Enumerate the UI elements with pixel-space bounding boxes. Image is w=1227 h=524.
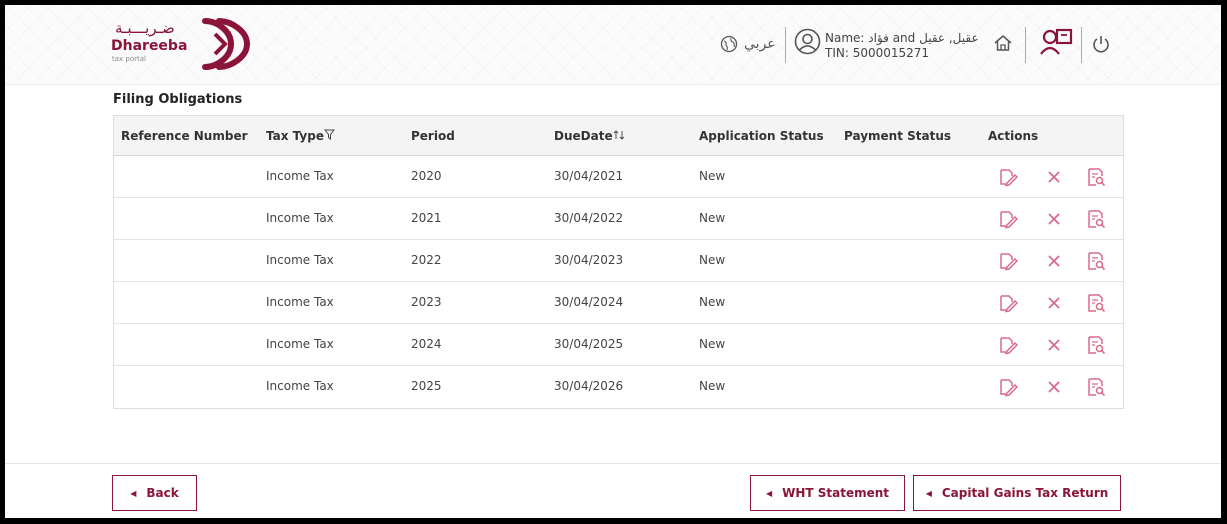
table-row: Income Tax 2021 30/04/2022 New — [114, 198, 1123, 240]
cell-period: 2025 — [411, 379, 442, 393]
table-row: Income Tax 2022 30/04/2023 New — [114, 240, 1123, 282]
cell-period: 2021 — [411, 211, 442, 225]
col-actions: Actions — [988, 128, 1039, 143]
cell-application-status: New — [699, 211, 726, 225]
logout-power-icon[interactable] — [1091, 34, 1111, 54]
cell-tax-type: Income Tax — [266, 337, 334, 351]
filing-obligations-table: Reference Number Tax Type Period DueDate… — [113, 115, 1124, 409]
col-tax-type[interactable]: Tax Type — [266, 129, 335, 143]
header: ضـريـــبـة Dhareeba tax portal عربي Name… — [5, 5, 1221, 85]
view-document-icon[interactable] — [1085, 292, 1107, 314]
caret-left-icon: ◀ — [130, 488, 137, 498]
wht-statement-label: WHT Statement — [782, 486, 890, 500]
table-body: Income Tax 2020 30/04/2021 New Income Tax 202… — [114, 156, 1123, 408]
back-label: Back — [146, 486, 179, 500]
col-application-status: Application Status — [699, 128, 824, 143]
cancel-icon[interactable] — [1043, 334, 1065, 356]
capital-gains-tax-return-label: Capital Gains Tax Return — [941, 486, 1109, 500]
cancel-icon[interactable] — [1043, 208, 1065, 230]
cancel-icon[interactable] — [1043, 292, 1065, 314]
user-tin: TIN: 5000015271 — [825, 46, 930, 60]
logo-sub-text: tax portal — [112, 55, 146, 63]
cell-application-status: New — [699, 337, 726, 351]
table-row: Income Tax 2020 30/04/2021 New — [114, 156, 1123, 198]
cell-due-date: 30/04/2021 — [554, 169, 624, 183]
logo-arabic-text: ضـريـــبـة — [115, 19, 175, 37]
switch-profile-icon[interactable] — [1039, 27, 1075, 57]
view-document-icon[interactable] — [1085, 376, 1107, 398]
sort-icon[interactable] — [613, 129, 625, 141]
cell-due-date: 30/04/2025 — [554, 337, 624, 351]
globe-icon — [720, 35, 738, 53]
cell-tax-type: Income Tax — [266, 253, 334, 267]
language-switch[interactable]: عربي — [720, 29, 780, 59]
cell-application-status: New — [699, 295, 726, 309]
edit-return-icon[interactable] — [997, 250, 1019, 272]
cell-period: 2020 — [411, 169, 442, 183]
view-document-icon[interactable] — [1085, 250, 1107, 272]
page-title: Filing Obligations — [113, 92, 243, 107]
wht-statement-button[interactable]: ◀ WHT Statement — [750, 475, 905, 511]
user-avatar-icon — [794, 28, 821, 55]
header-divider — [1081, 27, 1082, 63]
table-header: Reference Number Tax Type Period DueDate… — [114, 116, 1123, 156]
cell-due-date: 30/04/2023 — [554, 253, 624, 267]
edit-return-icon[interactable] — [997, 292, 1019, 314]
col-tax-type-label: Tax Type — [266, 128, 324, 143]
col-period: Period — [411, 128, 455, 143]
table-row: Income Tax 2025 30/04/2026 New — [114, 366, 1123, 408]
cell-tax-type: Income Tax — [266, 295, 334, 309]
app-window: ضـريـــبـة Dhareeba tax portal عربي Name… — [5, 5, 1221, 518]
cell-due-date: 30/04/2024 — [554, 295, 624, 309]
home-icon[interactable] — [993, 33, 1013, 53]
cell-due-date: 30/04/2022 — [554, 211, 624, 225]
capital-gains-tax-return-button[interactable]: ◀ Capital Gains Tax Return — [913, 475, 1121, 511]
footer-divider — [5, 463, 1221, 464]
header-divider — [785, 27, 786, 63]
edit-return-icon[interactable] — [997, 334, 1019, 356]
caret-left-icon: ◀ — [765, 488, 773, 498]
caret-left-icon: ◀ — [925, 488, 932, 498]
header-divider — [1025, 27, 1026, 63]
col-due-date-label: DueDate — [554, 128, 613, 143]
edit-return-icon[interactable] — [997, 208, 1019, 230]
edit-return-icon[interactable] — [997, 166, 1019, 188]
cell-period: 2023 — [411, 295, 442, 309]
cell-tax-type: Income Tax — [266, 379, 334, 393]
cancel-icon[interactable] — [1043, 166, 1065, 188]
cell-application-status: New — [699, 169, 726, 183]
view-document-icon[interactable] — [1085, 334, 1107, 356]
logo-name-text: Dhareeba — [111, 38, 188, 54]
col-due-date[interactable]: DueDate — [554, 129, 625, 143]
dhareeba-mark-icon — [202, 18, 251, 70]
cell-application-status: New — [699, 253, 726, 267]
cell-application-status: New — [699, 379, 726, 393]
table-row: Income Tax 2024 30/04/2025 New — [114, 324, 1123, 366]
user-name: Name: فؤاد and عقيل, عقيل — [825, 31, 979, 45]
cell-period: 2024 — [411, 337, 442, 351]
view-document-icon[interactable] — [1085, 208, 1107, 230]
cancel-icon[interactable] — [1043, 250, 1065, 272]
language-label: عربي — [744, 36, 776, 52]
back-button[interactable]: ◀ Back — [112, 475, 197, 511]
col-payment-status: Payment Status — [844, 128, 952, 143]
cell-due-date: 30/04/2026 — [554, 379, 624, 393]
cancel-icon[interactable] — [1043, 376, 1065, 398]
view-document-icon[interactable] — [1085, 166, 1107, 188]
cell-period: 2022 — [411, 253, 442, 267]
filter-icon[interactable] — [323, 129, 335, 140]
dhareeba-logo[interactable]: ضـريـــبـة Dhareeba tax portal — [109, 17, 259, 73]
edit-return-icon[interactable] — [997, 376, 1019, 398]
table-row: Income Tax 2023 30/04/2024 New — [114, 282, 1123, 324]
col-reference-number: Reference Number — [121, 128, 248, 143]
cell-tax-type: Income Tax — [266, 169, 334, 183]
cell-tax-type: Income Tax — [266, 211, 334, 225]
